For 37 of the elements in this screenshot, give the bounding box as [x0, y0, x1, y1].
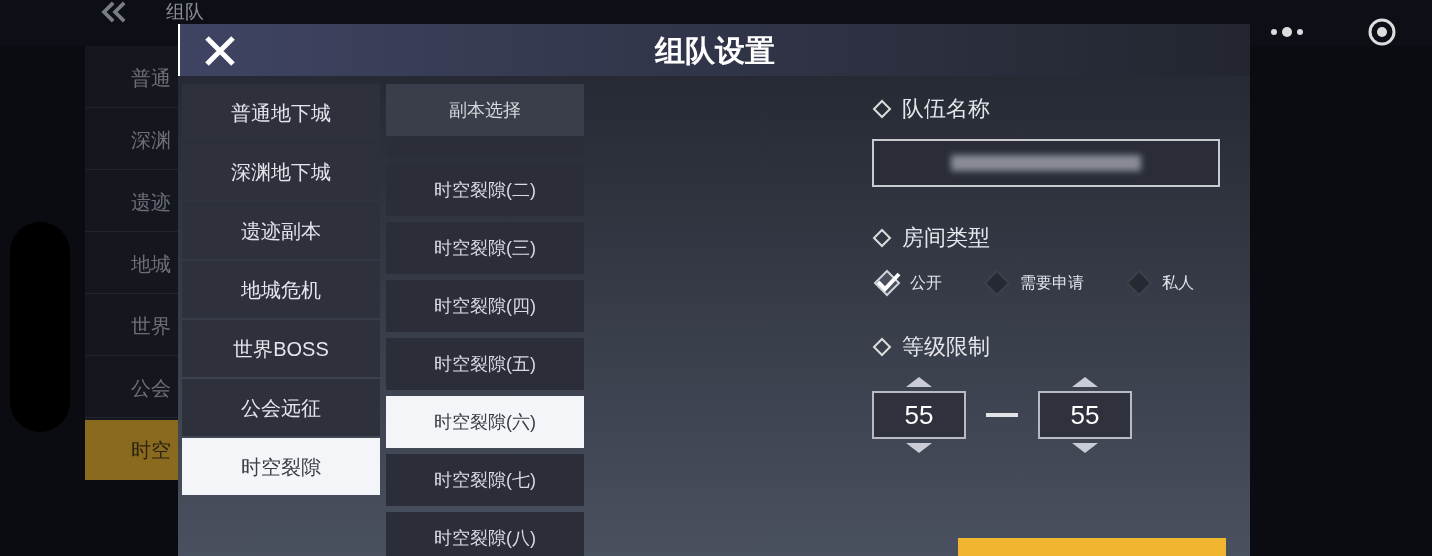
- category-tab[interactable]: 普通地下城: [182, 84, 380, 141]
- category-tab[interactable]: 公会远征: [182, 379, 380, 436]
- diamond-icon: [872, 336, 892, 357]
- radio-icon[interactable]: [982, 268, 1012, 298]
- level-field[interactable]: 55: [872, 391, 966, 439]
- dialog-title: 组队设置: [655, 32, 775, 69]
- diamond-icon: [872, 98, 892, 119]
- decrement-icon[interactable]: [906, 443, 932, 453]
- section-label: 房间类型: [902, 224, 990, 252]
- column-header: 副本选择: [386, 84, 584, 136]
- option-label: 私人: [1162, 273, 1194, 293]
- category-tab[interactable]: 世界BOSS: [182, 320, 380, 377]
- radio-icon[interactable]: [1124, 268, 1154, 298]
- increment-icon[interactable]: [1072, 377, 1098, 387]
- diamond-icon: [872, 227, 892, 248]
- option-label: 公开: [910, 273, 942, 293]
- increment-icon[interactable]: [906, 377, 932, 387]
- level-field[interactable]: 55: [1038, 391, 1132, 439]
- list-item[interactable]: 时空裂隙(二): [386, 164, 584, 216]
- team-name-field[interactable]: [872, 139, 1220, 187]
- category-tab[interactable]: 时空裂隙: [182, 438, 380, 495]
- checked-radio-icon[interactable]: [872, 268, 902, 298]
- decrement-icon[interactable]: [1072, 443, 1098, 453]
- category-tab[interactable]: 地城危机: [182, 261, 380, 318]
- list-item[interactable]: 时空裂隙(六): [386, 396, 584, 448]
- list-item[interactable]: 时空裂隙(三): [386, 222, 584, 274]
- close-icon[interactable]: [204, 36, 236, 66]
- list-item[interactable]: 时空裂隙(五): [386, 338, 584, 390]
- record-icon[interactable]: [1366, 17, 1397, 47]
- section-label: 队伍名称: [902, 95, 990, 123]
- more-icon[interactable]: [1269, 26, 1304, 38]
- page-title: 组队: [166, 1, 204, 23]
- option-label: 需要申请: [1020, 273, 1084, 293]
- list-item[interactable]: 时空裂隙(七): [386, 454, 584, 506]
- list-item[interactable]: 时空裂隙(四): [386, 280, 584, 332]
- list-item[interactable]: 时空裂隙(八): [386, 512, 584, 556]
- section-label: 等级限制: [902, 333, 990, 361]
